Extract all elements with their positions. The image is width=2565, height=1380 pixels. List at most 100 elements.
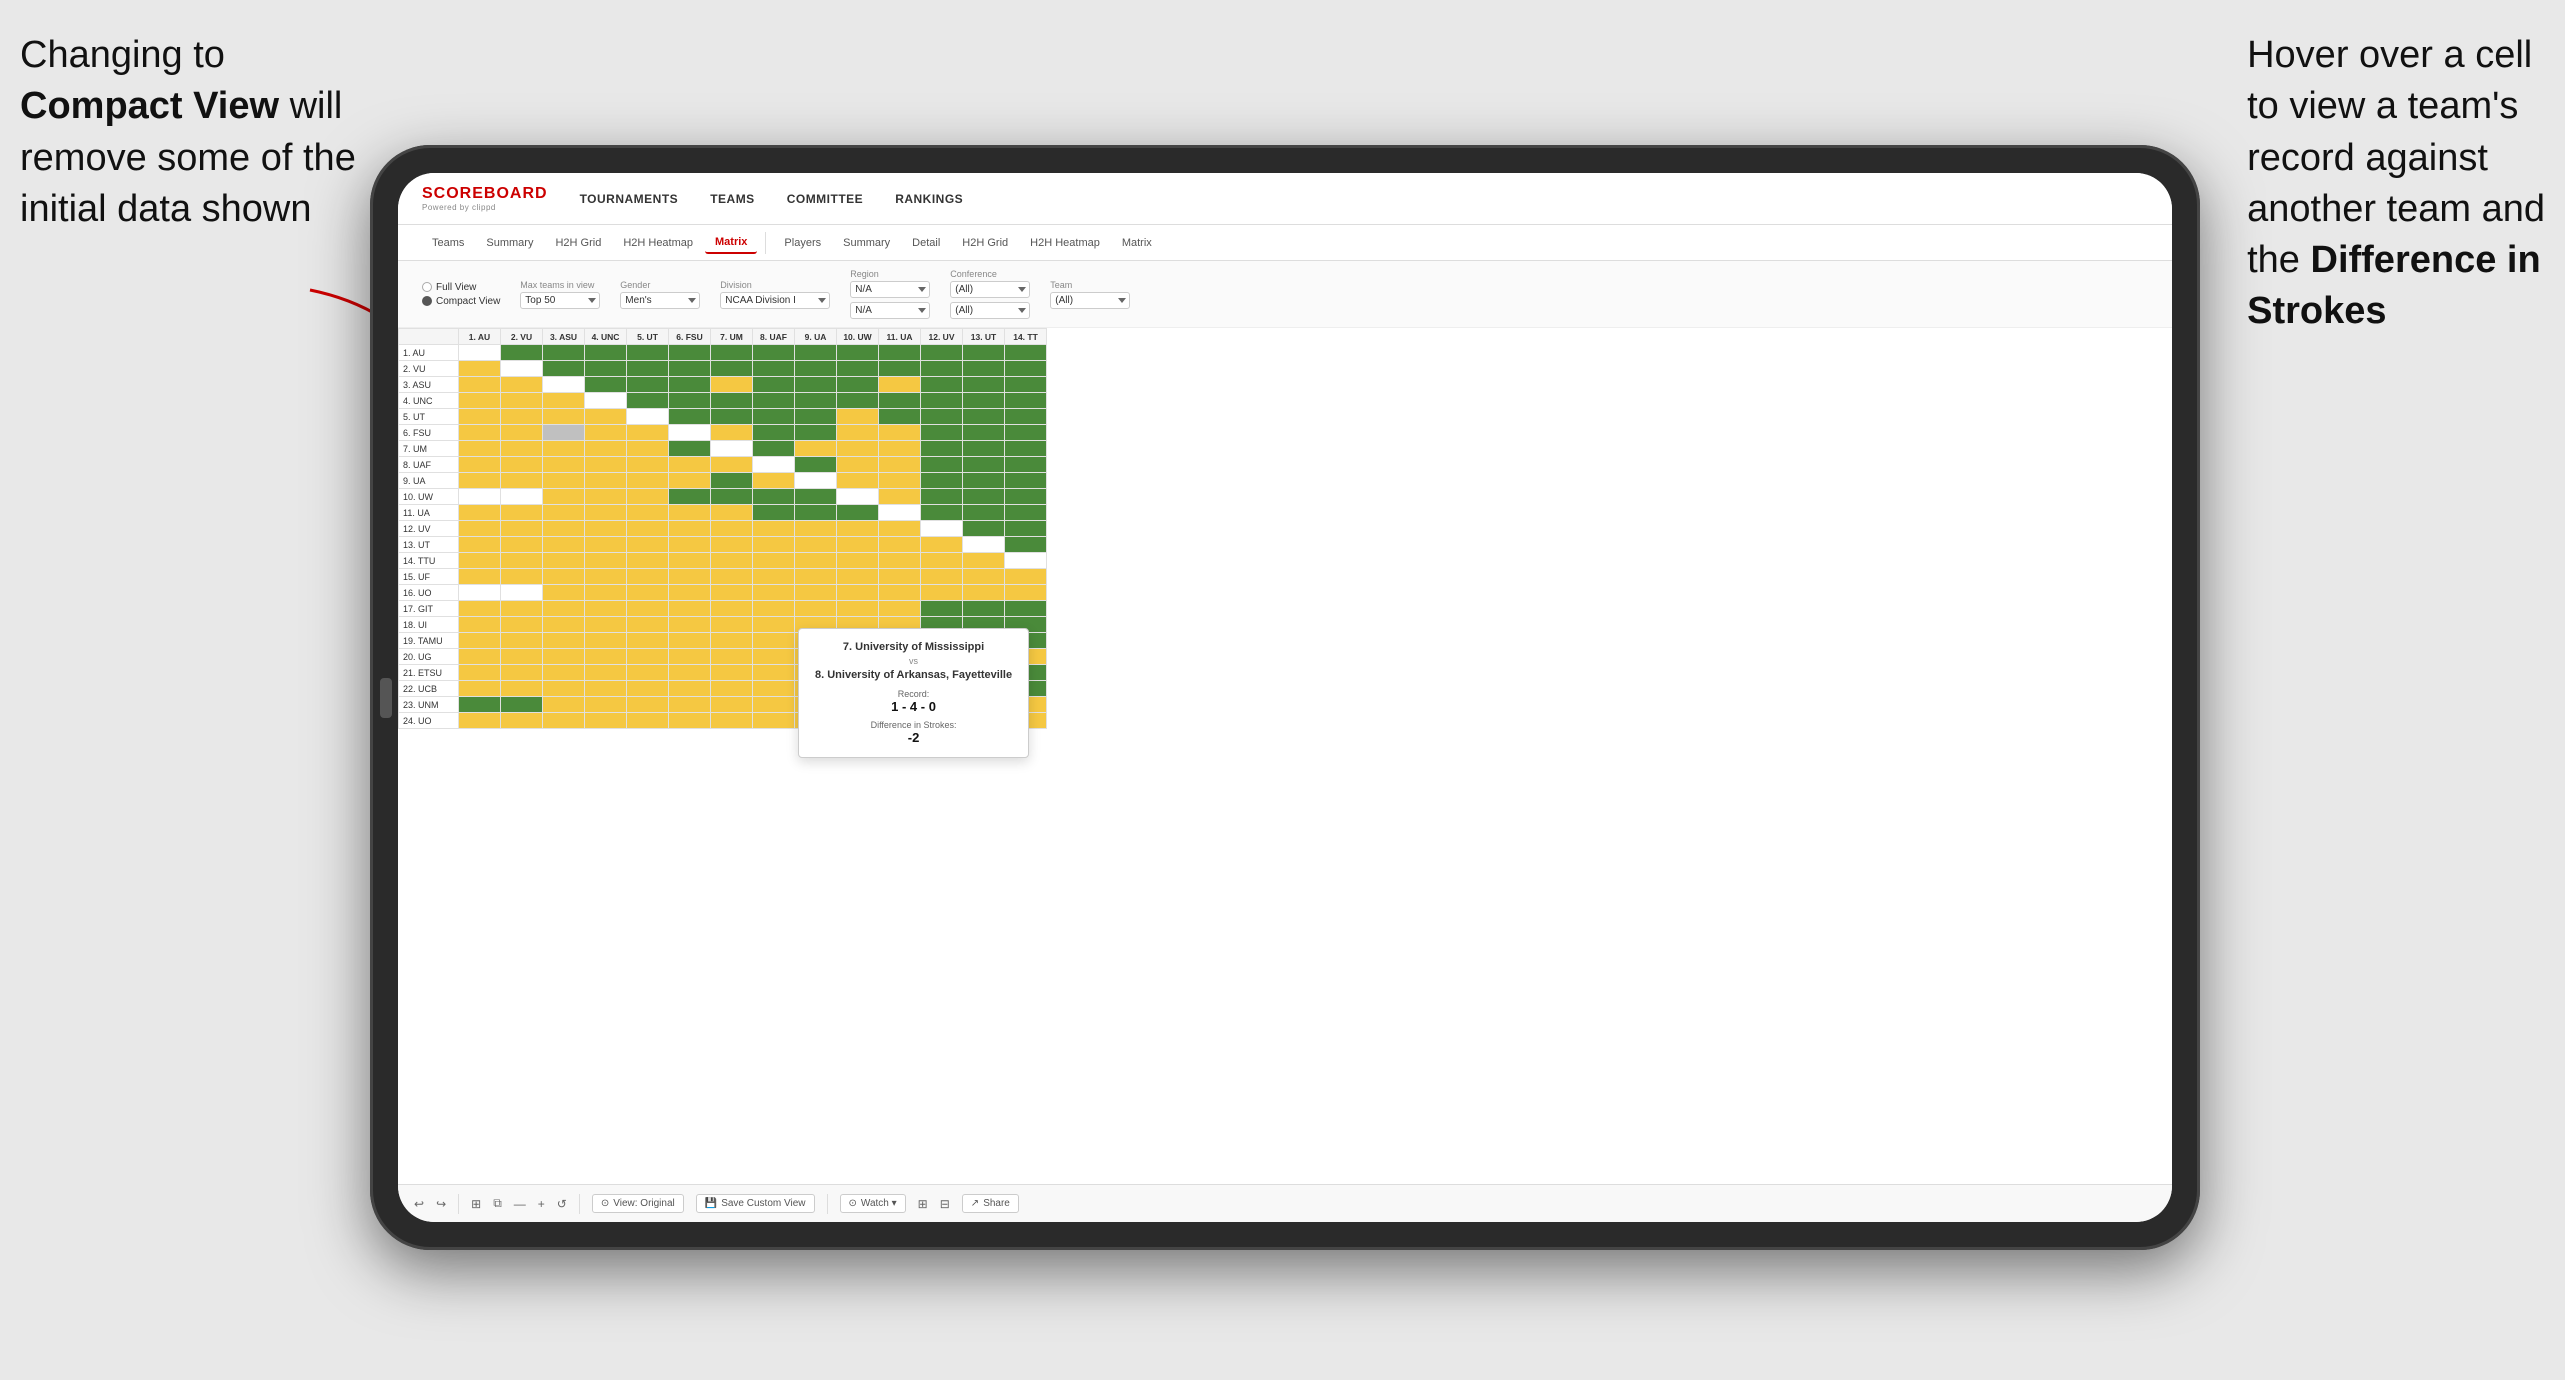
matrix-cell[interactable] xyxy=(921,601,963,617)
matrix-cell[interactable] xyxy=(837,393,879,409)
matrix-cell[interactable] xyxy=(543,361,585,377)
matrix-cell[interactable] xyxy=(585,569,627,585)
matrix-cell[interactable] xyxy=(837,361,879,377)
matrix-cell[interactable] xyxy=(459,569,501,585)
matrix-cell[interactable] xyxy=(963,601,1005,617)
matrix-cell[interactable] xyxy=(753,441,795,457)
matrix-cell[interactable] xyxy=(753,681,795,697)
matrix-cell[interactable] xyxy=(459,409,501,425)
sub-tab-matrix-left[interactable]: Matrix xyxy=(705,232,757,254)
matrix-cell[interactable] xyxy=(501,697,543,713)
matrix-cell[interactable] xyxy=(921,409,963,425)
matrix-cell[interactable] xyxy=(543,649,585,665)
matrix-cell[interactable] xyxy=(795,457,837,473)
matrix-cell[interactable] xyxy=(543,617,585,633)
matrix-cell[interactable] xyxy=(921,569,963,585)
matrix-cell[interactable] xyxy=(837,505,879,521)
matrix-cell[interactable] xyxy=(837,425,879,441)
nav-rankings[interactable]: RANKINGS xyxy=(895,192,963,206)
matrix-cell[interactable] xyxy=(543,713,585,729)
matrix-cell[interactable] xyxy=(753,361,795,377)
matrix-cell[interactable] xyxy=(501,361,543,377)
matrix-cell[interactable] xyxy=(795,601,837,617)
matrix-cell[interactable] xyxy=(627,473,669,489)
matrix-cell[interactable] xyxy=(753,409,795,425)
team-select[interactable]: (All) xyxy=(1050,292,1130,309)
copy-icon[interactable]: ⧉ xyxy=(493,1196,502,1211)
matrix-cell[interactable] xyxy=(669,361,711,377)
matrix-cell[interactable] xyxy=(1005,393,1047,409)
matrix-cell[interactable] xyxy=(585,457,627,473)
matrix-cell[interactable] xyxy=(669,409,711,425)
matrix-cell[interactable] xyxy=(963,393,1005,409)
matrix-cell[interactable] xyxy=(879,393,921,409)
matrix-cell[interactable] xyxy=(879,537,921,553)
matrix-cell[interactable] xyxy=(459,665,501,681)
sub-tab-h2h-grid-left[interactable]: H2H Grid xyxy=(545,233,611,253)
matrix-cell[interactable] xyxy=(711,553,753,569)
matrix-cell[interactable] xyxy=(879,345,921,361)
matrix-cell[interactable] xyxy=(459,393,501,409)
sub-tab-h2h-grid-right[interactable]: H2H Grid xyxy=(952,233,1018,253)
matrix-cell[interactable] xyxy=(501,345,543,361)
matrix-cell[interactable] xyxy=(795,569,837,585)
matrix-cell[interactable] xyxy=(753,697,795,713)
matrix-cell[interactable] xyxy=(585,713,627,729)
matrix-cell[interactable] xyxy=(459,697,501,713)
watch-button[interactable]: ⊙ Watch ▾ xyxy=(840,1194,906,1213)
matrix-cell[interactable] xyxy=(669,457,711,473)
plus-icon[interactable]: + xyxy=(538,1197,545,1211)
matrix-cell[interactable] xyxy=(963,457,1005,473)
matrix-cell[interactable] xyxy=(711,345,753,361)
sub-tab-summary-right[interactable]: Summary xyxy=(833,233,900,253)
matrix-cell[interactable] xyxy=(879,489,921,505)
division-select[interactable]: NCAA Division I xyxy=(720,292,830,309)
matrix-cell[interactable] xyxy=(837,521,879,537)
matrix-cell[interactable] xyxy=(963,553,1005,569)
matrix-cell[interactable] xyxy=(585,473,627,489)
matrix-cell[interactable] xyxy=(753,393,795,409)
matrix-cell[interactable] xyxy=(1005,377,1047,393)
matrix-cell[interactable] xyxy=(501,457,543,473)
matrix-cell[interactable] xyxy=(963,441,1005,457)
matrix-cell[interactable] xyxy=(795,393,837,409)
matrix-cell[interactable] xyxy=(459,521,501,537)
matrix-cell[interactable] xyxy=(459,649,501,665)
matrix-cell[interactable] xyxy=(711,585,753,601)
nav-teams[interactable]: TEAMS xyxy=(710,192,755,206)
matrix-cell[interactable] xyxy=(1005,537,1047,553)
matrix-cell[interactable] xyxy=(1005,585,1047,601)
matrix-cell[interactable] xyxy=(501,425,543,441)
matrix-cell[interactable] xyxy=(879,553,921,569)
matrix-cell[interactable] xyxy=(921,441,963,457)
matrix-cell[interactable] xyxy=(501,681,543,697)
matrix-cell[interactable] xyxy=(585,617,627,633)
matrix-cell[interactable] xyxy=(627,649,669,665)
matrix-cell[interactable] xyxy=(711,601,753,617)
matrix-cell[interactable] xyxy=(501,617,543,633)
matrix-cell[interactable] xyxy=(711,473,753,489)
matrix-cell[interactable] xyxy=(585,553,627,569)
matrix-cell[interactable] xyxy=(711,521,753,537)
matrix-cell[interactable] xyxy=(627,505,669,521)
matrix-cell[interactable] xyxy=(837,409,879,425)
matrix-cell[interactable] xyxy=(879,409,921,425)
matrix-cell[interactable] xyxy=(711,441,753,457)
matrix-cell[interactable] xyxy=(753,569,795,585)
matrix-cell[interactable] xyxy=(585,393,627,409)
matrix-cell[interactable] xyxy=(1005,553,1047,569)
matrix-cell[interactable] xyxy=(543,537,585,553)
matrix-cell[interactable] xyxy=(753,601,795,617)
matrix-cell[interactable] xyxy=(711,697,753,713)
matrix-cell[interactable] xyxy=(669,345,711,361)
matrix-cell[interactable] xyxy=(501,713,543,729)
matrix-cell[interactable] xyxy=(753,553,795,569)
matrix-cell[interactable] xyxy=(669,473,711,489)
matrix-cell[interactable] xyxy=(711,713,753,729)
matrix-cell[interactable] xyxy=(711,649,753,665)
matrix-cell[interactable] xyxy=(711,633,753,649)
matrix-cell[interactable] xyxy=(753,713,795,729)
matrix-cell[interactable] xyxy=(711,393,753,409)
matrix-cell[interactable] xyxy=(1005,601,1047,617)
undo-icon[interactable]: ↩ xyxy=(414,1197,424,1211)
